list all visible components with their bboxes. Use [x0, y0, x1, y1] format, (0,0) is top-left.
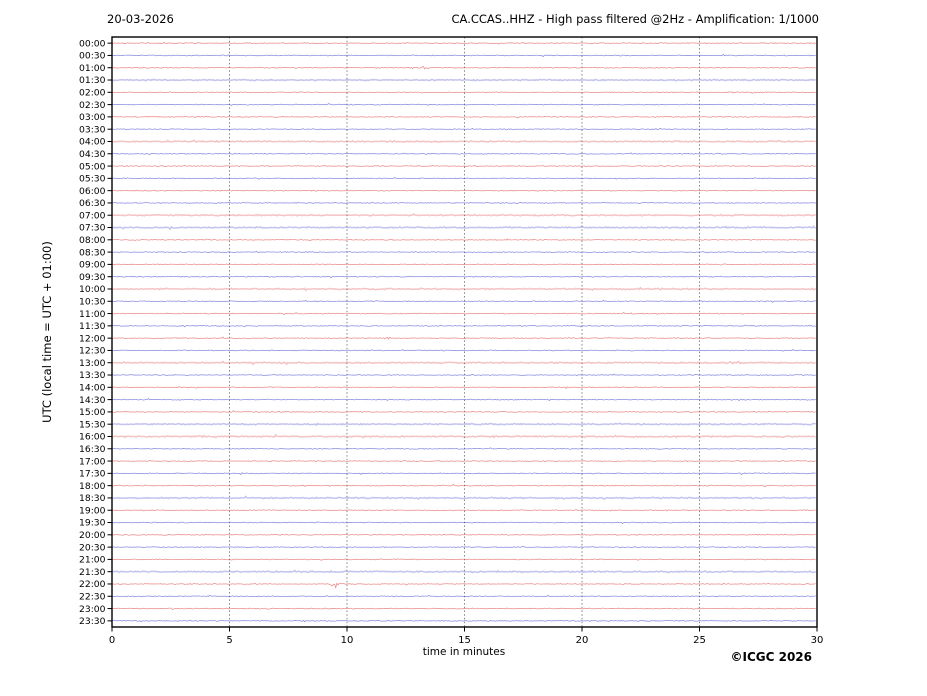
- y-tick-label: 19:30: [79, 518, 106, 529]
- y-tick-label: 08:00: [79, 235, 106, 246]
- trace-row-2300: [112, 607, 816, 611]
- y-tick-label: 21:00: [79, 555, 106, 566]
- y-tick-label: 01:00: [79, 63, 106, 74]
- trace-row-1700: [112, 459, 816, 463]
- y-tick-label: 02:30: [79, 100, 106, 111]
- y-tick-label: 20:00: [79, 530, 106, 541]
- y-tick-label: 21:30: [79, 567, 106, 578]
- y-tick-label: 10:30: [79, 296, 106, 307]
- plot-border: [111, 36, 818, 628]
- y-tick-label: 01:30: [79, 75, 106, 86]
- y-tick-label: 17:30: [79, 469, 106, 480]
- x-tick-label: 10: [341, 635, 354, 646]
- helicorder-screenshot: 20-03-2026 CA.CCAS..HHZ - High pass filt…: [0, 0, 927, 696]
- y-tick-label: 22:30: [79, 591, 106, 602]
- y-tick-label: 17:00: [79, 456, 106, 467]
- y-tick-label: 09:30: [79, 272, 106, 283]
- y-tick-label: 12:30: [79, 346, 106, 357]
- trace-row-1400: [112, 386, 816, 390]
- y-tick-label: 18:30: [79, 493, 106, 504]
- y-tick-label: 06:00: [79, 186, 106, 197]
- y-tick-label: 18:00: [79, 481, 106, 492]
- trace-row-1930: [112, 521, 816, 525]
- y-tick-label: 05:30: [79, 174, 106, 185]
- y-tick-label: 14:00: [79, 383, 106, 394]
- y-tick-label: 13:30: [79, 370, 106, 381]
- y-tick-label: 16:00: [79, 432, 106, 443]
- trace-row-1600: [112, 433, 816, 439]
- trace-row-1230: [112, 349, 816, 352]
- y-tick-label: 00:30: [79, 51, 106, 62]
- trace-row-0800: [112, 238, 816, 242]
- y-tick-label: 05:00: [79, 161, 106, 172]
- trace-row-0130: [112, 78, 816, 82]
- y-tick-label: 02:00: [79, 88, 106, 99]
- y-tick-label: 10:00: [79, 284, 106, 295]
- helicorder-plot: 00:00 00:3001:0001:30 02:0002:3003:0003:30…: [79, 36, 824, 646]
- y-tick-label: 22:00: [79, 579, 106, 590]
- y-tick-label: 03:30: [79, 124, 106, 135]
- y-tick-label: 00:00: [79, 38, 106, 49]
- trace-row-2230: [112, 594, 816, 598]
- trace-row-0300: [112, 115, 816, 119]
- y-tick-label: 11:30: [79, 321, 106, 332]
- y-tick-label: 04:00: [79, 137, 106, 148]
- y-tick-label: 07:30: [79, 223, 106, 234]
- x-tick-label: 20: [576, 635, 589, 646]
- x-tick-label: 15: [458, 635, 471, 646]
- x-tick-label: 25: [693, 635, 706, 646]
- y-tick-label: 03:00: [79, 112, 106, 123]
- x-tick-label: 5: [226, 635, 232, 646]
- y-tick-label: 16:30: [79, 444, 106, 455]
- y-tick-label: 06:30: [79, 198, 106, 209]
- trace-row-1000: [112, 286, 816, 292]
- y-tick-label: 19:00: [79, 505, 106, 516]
- trace-row-0400: [112, 139, 816, 144]
- y-tick-label: 13:00: [79, 358, 106, 369]
- trace-row-1100: [112, 311, 816, 316]
- trace-row-2000: [112, 533, 816, 536]
- y-tick-label: 09:00: [79, 260, 106, 271]
- y-tick-label: 07:00: [79, 210, 106, 221]
- y-tick-label: 14:30: [79, 395, 106, 406]
- y-tick-label: 15:00: [79, 407, 106, 418]
- trace-row-0700: [112, 213, 816, 217]
- trace-row-2030: [112, 545, 816, 549]
- x-tick-label: 30: [811, 635, 824, 646]
- y-tick-label: 20:30: [79, 542, 106, 553]
- trace-row-0000: [112, 41, 816, 45]
- y-tick-label: 11:00: [79, 309, 106, 320]
- y-tick-label: 04:30: [79, 149, 106, 160]
- trace-row-1530: [112, 422, 816, 427]
- y-tick-label: 23:30: [79, 616, 106, 627]
- trace-row-0630: [112, 202, 816, 205]
- y-tick-label: 08:30: [79, 247, 106, 258]
- y-tick-label: 15:30: [79, 419, 106, 430]
- x-tick-label: 0: [109, 635, 115, 646]
- y-tick-label: 23:00: [79, 604, 106, 615]
- trace-row-0330: [112, 127, 816, 131]
- y-tick-label: 12:00: [79, 333, 106, 344]
